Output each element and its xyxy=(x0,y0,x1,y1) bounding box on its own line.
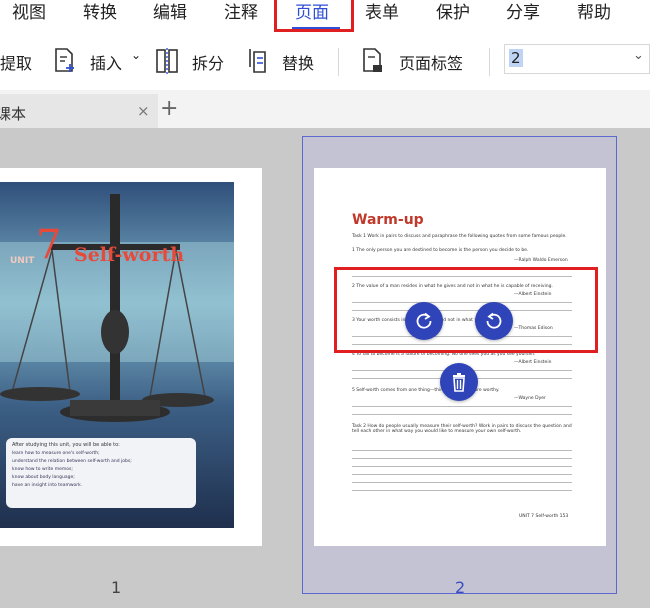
page-toolbar: 提取 插入 ⌄ 拆分 替换 页面标签 2 ⌄ xyxy=(0,34,650,90)
objective-item: know how to write memos; xyxy=(12,467,73,472)
answer-line xyxy=(352,482,572,483)
page-footer: UNIT 7 Self-worth 153 xyxy=(519,514,569,519)
menu-edit[interactable]: 编辑 xyxy=(153,0,187,23)
quote-line: 5 Self-worth comes from one thing—thinki… xyxy=(352,388,500,393)
objective-item: have an insight into teamwork. xyxy=(12,483,83,488)
thumbnail-workspace: UNIT 7 Self-worth After studying this un… xyxy=(0,128,650,608)
rotate-left-icon xyxy=(416,312,432,329)
menu-protect[interactable]: 保护 xyxy=(436,0,470,23)
answer-line xyxy=(352,466,572,467)
page-thumbnail-2[interactable]: Warm-up Task 1 Work in pairs to discuss … xyxy=(314,168,606,546)
menu-convert[interactable]: 转换 xyxy=(83,0,117,23)
document-tab-label: 课本 xyxy=(0,105,27,123)
answer-line xyxy=(352,458,572,459)
rotate-buttons-highlight-box xyxy=(334,267,598,353)
chevron-down-icon[interactable]: ⌄ xyxy=(633,48,644,63)
document-tab-bar: 课本 × xyxy=(0,90,650,128)
extract-button[interactable]: 提取 xyxy=(0,50,32,74)
page-number-label-2: 2 xyxy=(455,578,466,597)
trash-icon xyxy=(453,373,465,392)
split-button[interactable]: 拆分 xyxy=(192,50,224,74)
menu-page-highlight-box xyxy=(274,0,354,32)
menu-help[interactable]: 帮助 xyxy=(577,0,611,23)
rotate-right-button[interactable] xyxy=(475,302,513,340)
answer-line xyxy=(352,474,572,475)
insert-button[interactable]: 插入 xyxy=(90,50,122,74)
page-thumbnail-1[interactable]: UNIT 7 Self-worth After studying this un… xyxy=(0,168,262,546)
rotate-left-button[interactable] xyxy=(405,302,443,340)
objective-item: learn how to measure one's self-worth; xyxy=(12,451,100,456)
cover-image: UNIT 7 Self-worth After studying this un… xyxy=(0,182,234,528)
unit-label: UNIT xyxy=(10,256,35,266)
page-number-select[interactable]: 2 ⌄ xyxy=(504,44,650,74)
close-icon[interactable]: × xyxy=(137,102,150,120)
menu-view[interactable]: 视图 xyxy=(12,0,46,23)
menu-share[interactable]: 分享 xyxy=(506,0,540,23)
menu-bar: 视图 转换 编辑 注释 页面 表单 保护 分享 帮助 xyxy=(0,0,650,34)
answer-line xyxy=(352,490,572,491)
unit-title: Self-worth xyxy=(74,244,185,266)
replace-button[interactable]: 替换 xyxy=(282,50,314,74)
unit-number: 7 xyxy=(36,222,62,268)
page-heading: Warm-up xyxy=(352,212,424,228)
quote-author: —Ralph Waldo Emerson xyxy=(514,258,568,263)
toolbar-separator xyxy=(338,48,339,76)
page-label-icon[interactable] xyxy=(360,47,384,75)
objective-item: know about body language; xyxy=(12,475,75,480)
menu-form[interactable]: 表单 xyxy=(365,0,399,23)
page-number-value[interactable]: 2 xyxy=(509,49,523,67)
replace-page-icon[interactable] xyxy=(246,47,270,75)
quote-line: 1 The only person you are destined to be… xyxy=(352,248,529,253)
toolbar-separator xyxy=(489,48,490,76)
quote-author: —Albert Einstein xyxy=(514,360,552,365)
quote-author: —Wayne Dyer xyxy=(514,396,546,401)
answer-line xyxy=(352,406,572,407)
objective-item: understand the relation between self-wor… xyxy=(12,459,132,464)
add-tab-icon[interactable]: + xyxy=(160,96,178,121)
objectives-box: After studying this unit, you will be ab… xyxy=(6,438,196,508)
document-tab[interactable]: 课本 × xyxy=(0,94,158,128)
task-2-text: Task 2 How do people usually measure the… xyxy=(352,424,572,434)
page-labels-button[interactable]: 页面标签 xyxy=(399,50,463,74)
task-1-text: Task 1 Work in pairs to discuss and para… xyxy=(352,234,567,239)
insert-dropdown-icon[interactable]: ⌄ xyxy=(131,48,141,62)
answer-line xyxy=(352,450,572,451)
answer-line xyxy=(352,414,572,415)
insert-page-icon[interactable] xyxy=(52,47,76,75)
delete-page-button[interactable] xyxy=(440,363,478,401)
objectives-title: After studying this unit, you will be ab… xyxy=(12,442,120,448)
rotate-right-icon xyxy=(486,312,502,329)
menu-annotate[interactable]: 注释 xyxy=(224,0,258,23)
page-number-label-1: 1 xyxy=(111,578,122,597)
split-page-icon[interactable] xyxy=(155,47,179,75)
